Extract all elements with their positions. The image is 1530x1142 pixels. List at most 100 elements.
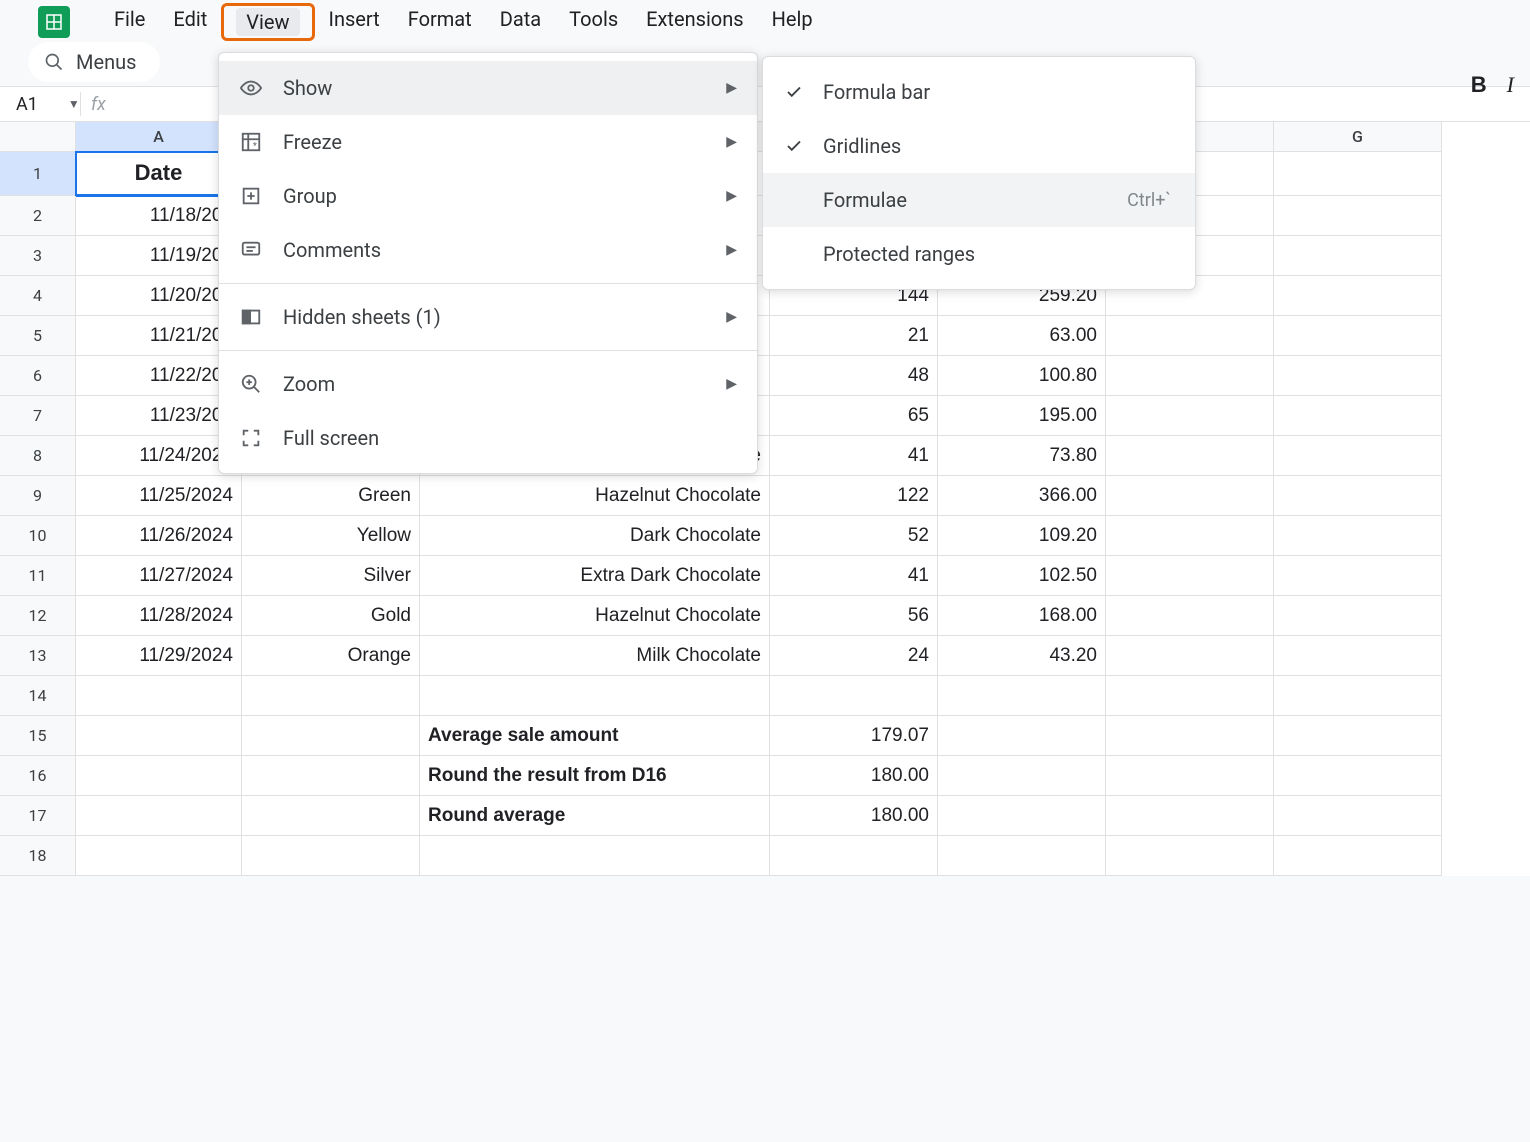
row-header[interactable]: 7 xyxy=(0,396,76,436)
row-header[interactable]: 2 xyxy=(0,196,76,236)
cell[interactable] xyxy=(242,676,420,716)
cell[interactable]: 41 xyxy=(770,556,938,596)
menu-view[interactable]: View xyxy=(236,8,299,36)
cell[interactable]: Round the result from D16 xyxy=(420,756,770,796)
cell[interactable]: 180.00 xyxy=(770,796,938,836)
menu-edit[interactable]: Edit xyxy=(159,3,221,41)
row-header[interactable]: 16 xyxy=(0,756,76,796)
cell[interactable]: 122 xyxy=(770,476,938,516)
cell[interactable]: 24 xyxy=(770,636,938,676)
italic-button[interactable]: I xyxy=(1507,72,1514,98)
cell[interactable]: 65 xyxy=(770,396,938,436)
cell[interactable]: Dark Chocolate xyxy=(420,516,770,556)
cell[interactable]: 11/29/2024 xyxy=(76,636,242,676)
show-submenu-gridlines[interactable]: Gridlines xyxy=(763,119,1195,173)
cell[interactable]: Round average xyxy=(420,796,770,836)
row-header[interactable]: 10 xyxy=(0,516,76,556)
sheets-app-icon[interactable] xyxy=(38,6,70,38)
cell[interactable] xyxy=(242,716,420,756)
cell[interactable] xyxy=(1274,716,1442,756)
view-menu-comments[interactable]: Comments▶ xyxy=(219,223,757,277)
cell[interactable]: 102.50 xyxy=(938,556,1106,596)
name-box[interactable]: A1 ▼ xyxy=(0,94,80,115)
cell[interactable]: 48 xyxy=(770,356,938,396)
cell[interactable] xyxy=(1274,476,1442,516)
row-header[interactable]: 11 xyxy=(0,556,76,596)
cell[interactable] xyxy=(1274,796,1442,836)
cell[interactable] xyxy=(1106,316,1274,356)
row-header[interactable]: 9 xyxy=(0,476,76,516)
menu-format[interactable]: Format xyxy=(394,3,486,41)
view-menu-show[interactable]: Show▶ xyxy=(219,61,757,115)
cell[interactable] xyxy=(938,796,1106,836)
show-submenu-formulae[interactable]: FormulaeCtrl+` xyxy=(763,173,1195,227)
cell[interactable]: Orange xyxy=(242,636,420,676)
cell[interactable] xyxy=(1274,152,1442,196)
select-all-corner[interactable] xyxy=(0,122,76,152)
cell[interactable]: 179.07 xyxy=(770,716,938,756)
cell[interactable] xyxy=(770,676,938,716)
row-header[interactable]: 17 xyxy=(0,796,76,836)
cell[interactable] xyxy=(1274,836,1442,876)
cell[interactable]: Hazelnut Chocolate xyxy=(420,476,770,516)
show-submenu-protected-ranges[interactable]: Protected ranges xyxy=(763,227,1195,281)
cell[interactable]: 43.20 xyxy=(938,636,1106,676)
cell[interactable] xyxy=(420,836,770,876)
cell[interactable]: Hazelnut Chocolate xyxy=(420,596,770,636)
cell[interactable]: 63.00 xyxy=(938,316,1106,356)
cell[interactable] xyxy=(1274,596,1442,636)
cell[interactable] xyxy=(1106,716,1274,756)
cell[interactable] xyxy=(1274,516,1442,556)
cell[interactable] xyxy=(938,836,1106,876)
cell[interactable] xyxy=(1106,556,1274,596)
cell[interactable]: 11/26/2024 xyxy=(76,516,242,556)
cell[interactable] xyxy=(1274,356,1442,396)
cell[interactable]: 41 xyxy=(770,436,938,476)
cell[interactable] xyxy=(1274,236,1442,276)
cell[interactable]: 11/25/2024 xyxy=(76,476,242,516)
cell[interactable] xyxy=(1274,636,1442,676)
view-menu-hidden-sheets-[interactable]: Hidden sheets (1)▶ xyxy=(219,290,757,344)
cell[interactable] xyxy=(1274,436,1442,476)
view-menu-group[interactable]: Group▶ xyxy=(219,169,757,223)
cell[interactable] xyxy=(1274,676,1442,716)
row-header[interactable]: 15 xyxy=(0,716,76,756)
cell[interactable]: 21 xyxy=(770,316,938,356)
cell[interactable] xyxy=(1106,836,1274,876)
cell[interactable] xyxy=(420,676,770,716)
row-header[interactable]: 12 xyxy=(0,596,76,636)
show-submenu-formula-bar[interactable]: Formula bar xyxy=(763,65,1195,119)
row-header[interactable]: 3 xyxy=(0,236,76,276)
cell[interactable] xyxy=(1106,436,1274,476)
cell[interactable]: 180.00 xyxy=(770,756,938,796)
cell[interactable]: 100.80 xyxy=(938,356,1106,396)
cell[interactable] xyxy=(1106,396,1274,436)
cell[interactable]: Yellow xyxy=(242,516,420,556)
view-menu-full-screen[interactable]: Full screen xyxy=(219,411,757,465)
cell[interactable] xyxy=(1106,356,1274,396)
bold-button[interactable]: B xyxy=(1471,72,1487,98)
menu-data[interactable]: Data xyxy=(486,3,555,41)
cell[interactable]: 366.00 xyxy=(938,476,1106,516)
menus-search-pill[interactable]: Menus xyxy=(28,42,160,82)
view-menu-zoom[interactable]: Zoom▶ xyxy=(219,357,757,411)
row-header[interactable]: 8 xyxy=(0,436,76,476)
column-header-G[interactable]: G xyxy=(1274,122,1442,152)
cell[interactable] xyxy=(1274,276,1442,316)
menu-insert[interactable]: Insert xyxy=(315,3,394,41)
cell[interactable]: Silver xyxy=(242,556,420,596)
menu-extensions[interactable]: Extensions xyxy=(632,3,757,41)
cell[interactable] xyxy=(1106,756,1274,796)
cell[interactable] xyxy=(1106,796,1274,836)
cell[interactable]: Milk Chocolate xyxy=(420,636,770,676)
cell[interactable] xyxy=(1274,756,1442,796)
row-header[interactable]: 4 xyxy=(0,276,76,316)
row-header[interactable]: 14 xyxy=(0,676,76,716)
menu-help[interactable]: Help xyxy=(758,3,827,41)
row-header[interactable]: 13 xyxy=(0,636,76,676)
cell[interactable]: 168.00 xyxy=(938,596,1106,636)
cell[interactable]: Green xyxy=(242,476,420,516)
cell[interactable]: 73.80 xyxy=(938,436,1106,476)
cell[interactable] xyxy=(938,676,1106,716)
cell[interactable] xyxy=(242,796,420,836)
